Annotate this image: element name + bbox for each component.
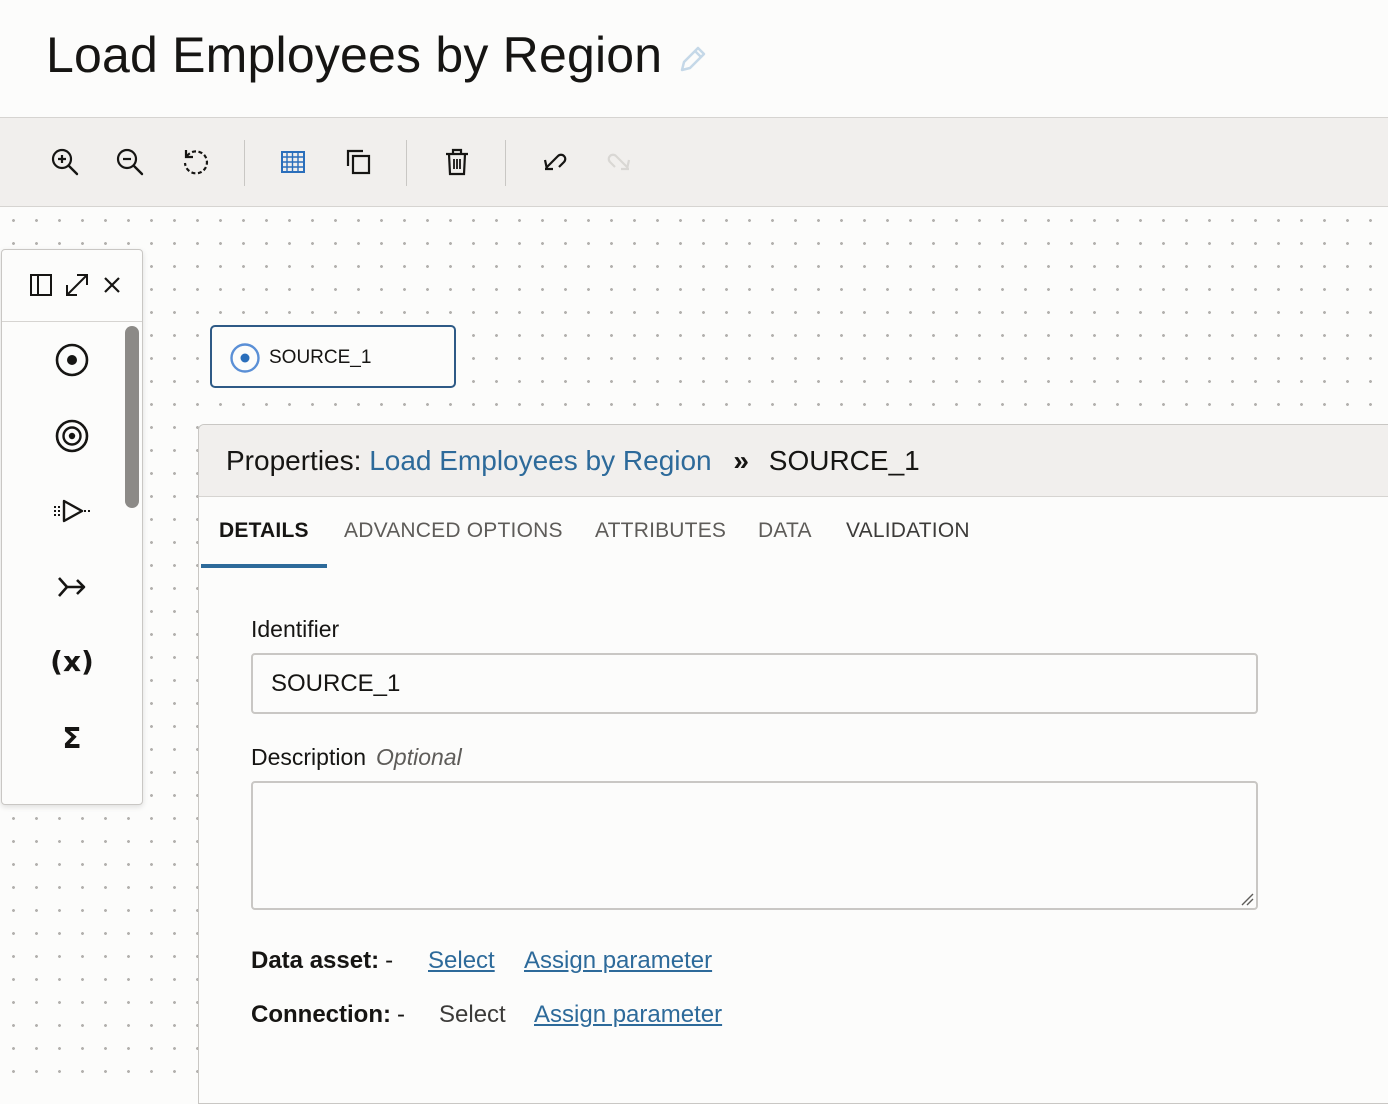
properties-panel: Properties: Load Employees by Region » S… [198,424,1388,1104]
connection-label: Connection: [251,1001,391,1028]
data-asset-select-link[interactable]: Select [428,947,495,975]
tab-advanced-options[interactable]: ADVANCED OPTIONS [344,519,563,543]
connection-assign-parameter-link[interactable]: Assign parameter [534,1001,722,1029]
current-node-name: SOURCE_1 [768,445,920,476]
breadcrumb-separator: » [733,445,749,476]
join-icon[interactable] [50,565,94,609]
undo-icon[interactable] [534,142,574,182]
zoom-out-icon[interactable] [110,142,150,182]
flow-link[interactable]: Load Employees by Region [369,445,711,476]
connection-row: Connection: - Select Assign parameter [251,1001,722,1029]
data-asset-value: - [385,947,394,974]
toolbar-separator [244,140,245,186]
toolbar [0,118,1388,207]
more-icon[interactable] [50,782,94,804]
description-label: Description [251,744,367,770]
toolbar-separator [406,140,407,186]
panel-icon[interactable] [26,270,56,300]
identifier-label: Identifier [251,616,340,642]
page-title: Load Employees by Region [46,27,663,83]
close-icon[interactable] [97,270,127,300]
properties-tabs: DETAILS ADVANCED OPTIONS ATTRIBUTES DATA… [199,497,1388,569]
resize-grip-icon[interactable] [1240,892,1254,906]
pencil-icon[interactable] [676,42,708,76]
source-node[interactable]: SOURCE_1 [210,325,456,388]
refresh-icon[interactable] [176,142,216,182]
node-label: SOURCE_1 [269,347,372,368]
trash-icon[interactable] [437,142,477,182]
optional-hint: Optional [376,744,462,770]
description-field[interactable] [251,781,1258,910]
properties-prefix: Properties: [226,445,362,476]
active-tab-indicator [201,564,327,568]
tab-validation[interactable]: VALIDATION [846,519,970,543]
title-bar: Load Employees by Region [0,0,1388,118]
toolbar-separator [505,140,506,186]
filter-icon[interactable] [50,489,94,533]
data-asset-row: Data asset: - Select Assign parameter [251,947,712,975]
copy-icon[interactable] [339,142,379,182]
redo-icon[interactable] [600,142,640,182]
properties-header: Properties: Load Employees by Region » S… [199,425,1388,497]
tab-data[interactable]: DATA [758,519,812,543]
tab-attributes[interactable]: ATTRIBUTES [595,519,726,543]
palette-header [2,250,142,322]
data-asset-label: Data asset: [251,947,380,974]
connection-select: Select [439,1001,506,1028]
expand-icon[interactable] [62,270,92,300]
description-label-group: Description Optional [251,744,462,771]
zoom-in-icon[interactable] [45,142,85,182]
source-icon[interactable] [50,338,94,382]
connection-value: - [396,1001,405,1028]
properties-breadcrumb: Properties: Load Employees by Region » S… [226,445,920,477]
source-icon [229,342,261,374]
scrollbar-thumb[interactable] [125,326,139,508]
identifier-field[interactable]: SOURCE_1 [251,653,1258,714]
expression-icon[interactable]: (x) [50,639,94,683]
target-icon[interactable] [50,414,94,458]
data-asset-assign-parameter-link[interactable]: Assign parameter [524,947,712,975]
palette-scrollbar[interactable] [125,326,139,798]
aggregate-icon[interactable]: Σ [50,716,94,760]
operator-palette: (x) Σ [1,249,143,805]
grid-icon[interactable] [273,142,313,182]
tab-details[interactable]: DETAILS [219,519,309,543]
